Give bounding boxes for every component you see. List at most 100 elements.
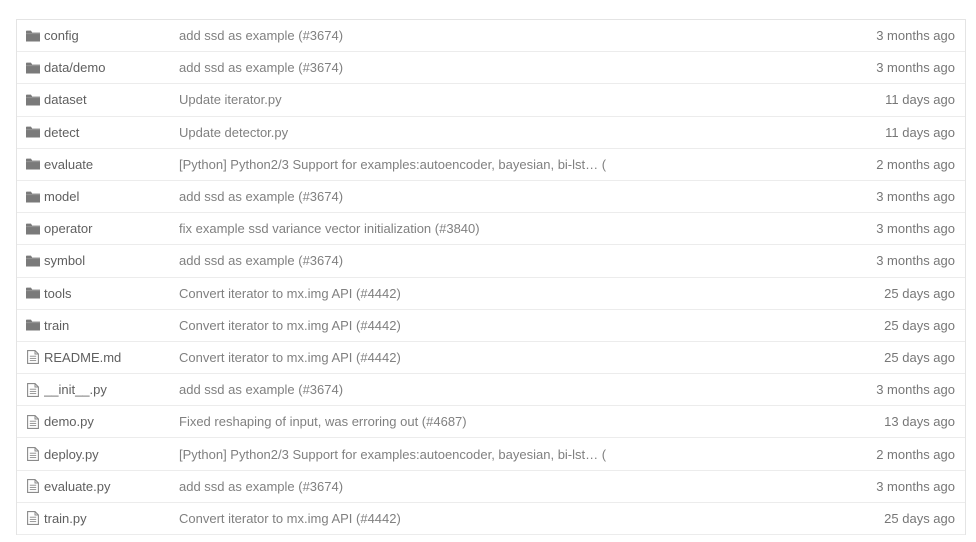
row-message-cell: add ssd as example (#3674) xyxy=(179,479,815,494)
commit-message-link[interactable]: add ssd as example (#3674) xyxy=(179,28,343,43)
commit-age: 3 months ago xyxy=(876,382,955,398)
folder-icon xyxy=(26,319,40,331)
commit-age: 11 days ago xyxy=(885,92,955,108)
table-row: operator fix example ssd variance vector … xyxy=(17,213,965,246)
row-message-cell: Update iterator.py xyxy=(179,92,815,107)
file-link[interactable]: __init__.py xyxy=(44,382,107,397)
commit-age: 25 days ago xyxy=(884,349,955,365)
row-name-cell: dataset xyxy=(44,92,179,107)
table-row: evaluate.py add ssd as example (#3674) 3 m… xyxy=(17,471,965,503)
table-row: README.md Convert iterator to mx.img API … xyxy=(17,342,965,375)
row-name-cell: data/demo xyxy=(44,60,179,75)
row-message-cell: Convert iterator to mx.img API (#4442) xyxy=(179,286,815,301)
table-row: deploy.py [Python] Python2/3 Support for … xyxy=(17,438,965,471)
file-link[interactable]: demo.py xyxy=(44,414,94,429)
row-name-cell: tools xyxy=(44,286,179,301)
folder-link[interactable]: detect xyxy=(44,125,79,140)
commit-age: 3 months ago xyxy=(876,221,955,237)
row-message-cell: Fixed reshaping of input, was erroring o… xyxy=(179,414,815,429)
row-name-cell: evaluate xyxy=(44,157,179,172)
row-name-cell: detect xyxy=(44,125,179,140)
table-row: tools Convert iterator to mx.img API (#44… xyxy=(17,278,965,310)
file-link[interactable]: evaluate.py xyxy=(44,479,111,494)
commit-age: 3 months ago xyxy=(876,60,955,76)
folder-icon xyxy=(26,191,40,203)
commit-message-link[interactable]: Update detector.py xyxy=(179,125,288,140)
commit-age: 25 days ago xyxy=(884,510,955,526)
commit-message-link[interactable]: Convert iterator to mx.img API (#4442) xyxy=(179,286,401,301)
row-name-cell: config xyxy=(44,28,179,43)
folder-link[interactable]: symbol xyxy=(44,253,85,268)
table-row: demo.py Fixed reshaping of input, was err… xyxy=(17,406,965,439)
row-message-cell: fix example ssd variance vector initiali… xyxy=(179,221,815,236)
folder-icon xyxy=(26,158,40,170)
row-message-cell: add ssd as example (#3674) xyxy=(179,253,815,268)
commit-age: 2 months ago xyxy=(876,156,955,172)
file-icon xyxy=(26,511,40,526)
file-link[interactable]: deploy.py xyxy=(44,447,99,462)
commit-message-link[interactable]: Fixed reshaping of input, was erroring o… xyxy=(179,414,467,429)
commit-message-link[interactable]: Convert iterator to mx.img API (#4442) xyxy=(179,511,401,526)
commit-message-link[interactable]: add ssd as example (#3674) xyxy=(179,479,343,494)
commit-message-link[interactable]: add ssd as example (#3674) xyxy=(179,189,343,204)
file-icon xyxy=(26,447,40,461)
row-message-cell: add ssd as example (#3674) xyxy=(179,28,815,43)
row-name-cell: __init__.py xyxy=(44,382,179,397)
folder-icon xyxy=(26,94,40,106)
folder-link[interactable]: operator xyxy=(44,221,92,236)
folder-icon xyxy=(26,255,40,267)
row-name-cell: operator xyxy=(44,221,179,236)
table-row: model add ssd as example (#3674) 3 months … xyxy=(17,181,965,214)
file-link[interactable]: train.py xyxy=(44,511,87,526)
row-message-cell: Convert iterator to mx.img API (#4442) xyxy=(179,511,815,526)
folder-link[interactable]: dataset xyxy=(44,92,87,107)
commit-message-link[interactable]: Convert iterator to mx.img API (#4442) xyxy=(179,350,401,365)
row-message-cell: [Python] Python2/3 Support for examples:… xyxy=(179,157,815,172)
commit-message-link[interactable]: add ssd as example (#3674) xyxy=(179,382,343,397)
file-icon xyxy=(26,350,40,365)
commit-age: 3 months ago xyxy=(876,478,955,494)
folder-icon xyxy=(26,126,40,138)
table-row: evaluate [Python] Python2/3 Support for e… xyxy=(17,149,965,181)
commit-message-link[interactable]: [Python] Python2/3 Support for examples:… xyxy=(179,157,606,172)
folder-link[interactable]: data/demo xyxy=(44,60,105,75)
table-row: dataset Update iterator.py 11 days ago xyxy=(17,84,965,117)
table-row: detect Update detector.py 11 days ago xyxy=(17,117,965,149)
folder-link[interactable]: train xyxy=(44,318,69,333)
commit-age: 11 days ago xyxy=(885,124,955,140)
row-name-cell: symbol xyxy=(44,253,179,268)
folder-icon xyxy=(26,223,40,235)
commit-message-link[interactable]: Convert iterator to mx.img API (#4442) xyxy=(179,318,401,333)
table-row: config add ssd as example (#3674) 3 months… xyxy=(17,20,965,53)
row-name-cell: demo.py xyxy=(44,414,179,429)
folder-link[interactable]: model xyxy=(44,189,79,204)
folder-link[interactable]: evaluate xyxy=(44,157,93,172)
table-row: train Convert iterator to mx.img API (#44… xyxy=(17,310,965,342)
commit-age: 25 days ago xyxy=(884,285,955,301)
row-name-cell: model xyxy=(44,189,179,204)
folder-icon xyxy=(26,30,40,42)
file-link[interactable]: README.md xyxy=(44,350,121,365)
commit-message-link[interactable]: add ssd as example (#3674) xyxy=(179,60,343,75)
file-icon xyxy=(26,382,40,397)
commit-age: 3 months ago xyxy=(876,253,955,269)
commit-message-link[interactable]: Update iterator.py xyxy=(179,92,282,107)
folder-icon xyxy=(26,287,40,299)
commit-message-link[interactable]: [Python] Python2/3 Support for examples:… xyxy=(179,447,606,462)
row-message-cell: add ssd as example (#3674) xyxy=(179,60,815,75)
row-message-cell: add ssd as example (#3674) xyxy=(179,189,815,204)
row-name-cell: evaluate.py xyxy=(44,479,179,494)
row-name-cell: train xyxy=(44,318,179,333)
row-message-cell: [Python] Python2/3 Support for examples:… xyxy=(179,447,815,462)
row-name-cell: train.py xyxy=(44,511,179,526)
row-message-cell: add ssd as example (#3674) xyxy=(179,382,815,397)
row-name-cell: README.md xyxy=(44,350,179,365)
folder-link[interactable]: tools xyxy=(44,286,71,301)
commit-age: 3 months ago xyxy=(876,28,955,44)
commit-message-link[interactable]: add ssd as example (#3674) xyxy=(179,253,343,268)
folder-link[interactable]: config xyxy=(44,28,79,43)
commit-age: 13 days ago xyxy=(884,414,955,430)
table-row: __init__.py add ssd as example (#3674) 3 m… xyxy=(17,374,965,407)
table-row: data/demo add ssd as example (#3674) 3 mon… xyxy=(17,52,965,85)
commit-message-link[interactable]: fix example ssd variance vector initiali… xyxy=(179,221,480,236)
